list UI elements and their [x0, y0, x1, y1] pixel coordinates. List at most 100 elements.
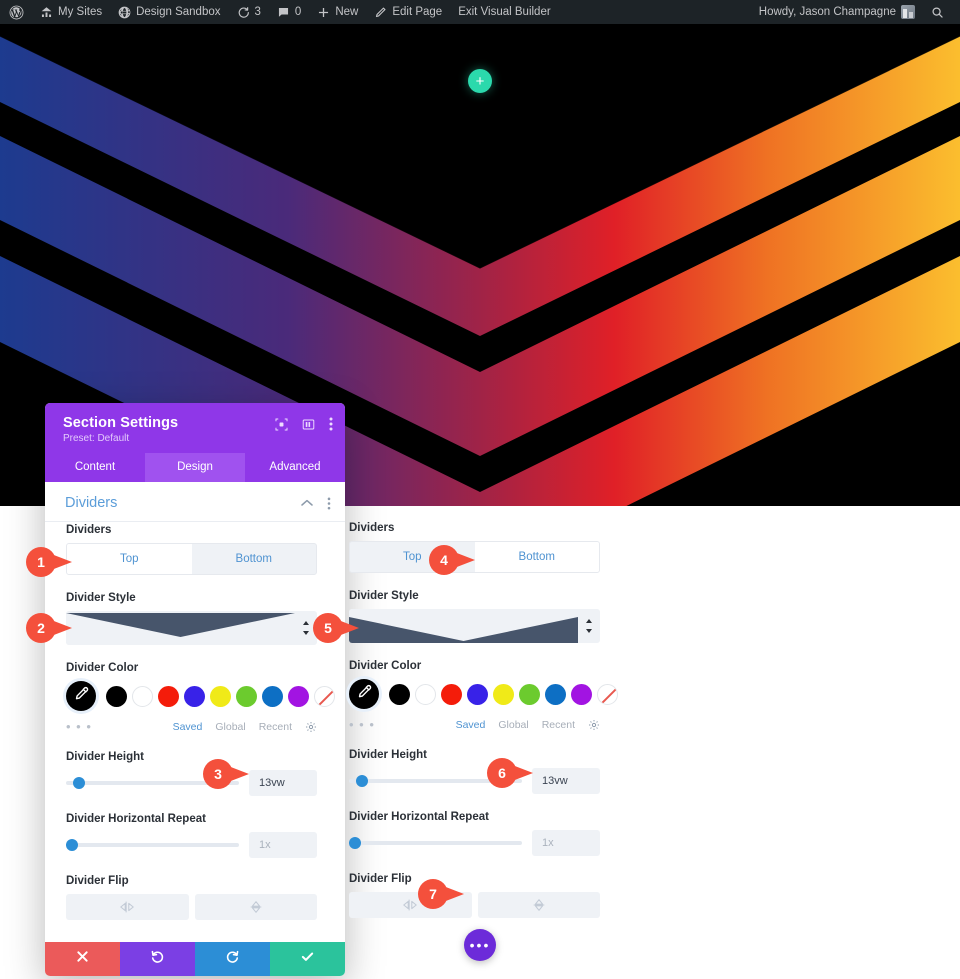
slider-track[interactable]	[66, 839, 239, 851]
kebab-menu-icon[interactable]	[327, 497, 331, 510]
swatch-yellow[interactable]	[493, 683, 514, 705]
swatch-green[interactable]	[236, 685, 257, 707]
toggle-option-bottom[interactable]: Bottom	[474, 542, 599, 572]
swatch-tabs: Saved Global Recent	[173, 721, 317, 733]
dividers-toggle-left: Top Bottom	[66, 543, 317, 575]
admin-bar-left: My Sites Design Sandbox 3 0 New Edit Pag…	[0, 0, 559, 24]
admin-bar-item-comments[interactable]: 0	[269, 0, 309, 24]
color-picker-button[interactable]	[349, 679, 379, 709]
preset-selector[interactable]: Preset: Default	[63, 433, 331, 444]
slider-knob[interactable]	[66, 839, 78, 851]
wordpress-logo-button[interactable]	[0, 0, 32, 24]
save-button[interactable]	[270, 942, 345, 976]
swatch-tab-saved[interactable]: Saved	[456, 719, 486, 731]
updates-icon	[237, 6, 250, 19]
pin-number: 7	[418, 879, 448, 909]
more-swatches-icon[interactable]: • • •	[349, 717, 375, 732]
admin-bar-label: Exit Visual Builder	[458, 6, 551, 18]
admin-bar-item-site-name[interactable]: Design Sandbox	[110, 0, 228, 24]
pin-number: 6	[487, 758, 517, 788]
more-swatches-icon[interactable]: • • •	[66, 719, 92, 734]
swatch-green[interactable]	[519, 683, 540, 705]
more-options-fab[interactable]: •••	[464, 929, 496, 961]
admin-bar-item-exit-visual-builder[interactable]: Exit Visual Builder	[450, 0, 558, 24]
swatch-white[interactable]	[132, 685, 153, 707]
divider-style-select-left[interactable]	[66, 611, 317, 645]
divider-repeat-input[interactable]: 1x	[532, 830, 600, 856]
divider-style-select-right[interactable]	[349, 609, 600, 643]
redo-button[interactable]	[195, 942, 270, 976]
swatch-blue[interactable]	[545, 683, 566, 705]
responsive-view-icon[interactable]	[275, 417, 288, 431]
swatch-tab-global[interactable]: Global	[498, 719, 528, 731]
undo-button[interactable]	[120, 942, 195, 976]
swatch-tab-recent[interactable]: Recent	[542, 719, 575, 731]
swatch-meta-row-right: • • • Saved Global Recent	[349, 717, 600, 732]
field-label: Divider Height	[66, 751, 144, 763]
slider-knob[interactable]	[72, 777, 85, 789]
swatch-purple[interactable]	[571, 683, 592, 705]
divider-height-field-right: Divider Height 13vw	[349, 749, 600, 794]
divider-repeat-input[interactable]: 1x	[249, 832, 317, 858]
swatch-blue[interactable]	[262, 685, 283, 707]
undo-icon	[150, 949, 165, 969]
color-picker-button[interactable]	[66, 681, 96, 711]
tab-advanced[interactable]: Advanced	[245, 453, 345, 482]
cancel-button[interactable]	[45, 942, 120, 976]
swatch-blue-violet[interactable]	[184, 685, 205, 707]
slider-track[interactable]	[349, 837, 522, 849]
tab-content[interactable]: Content	[45, 453, 145, 482]
add-section-button[interactable]: +	[468, 69, 492, 93]
swatch-none[interactable]	[597, 683, 618, 705]
flip-horizontal-icon[interactable]	[66, 894, 189, 920]
divider-height-input[interactable]: 13vw	[249, 770, 317, 796]
gear-icon[interactable]	[588, 719, 600, 731]
swatch-black[interactable]	[389, 683, 410, 705]
swatch-yellow[interactable]	[210, 685, 231, 707]
admin-bar-search-button[interactable]	[923, 0, 952, 24]
admin-bar-account[interactable]: Howdy, Jason Champagne	[751, 0, 923, 24]
flip-vertical-icon[interactable]	[477, 892, 600, 918]
toggle-option-top[interactable]: Top	[67, 544, 192, 574]
swatch-black[interactable]	[106, 685, 127, 707]
swatch-red[interactable]	[441, 683, 462, 705]
layout-columns-icon[interactable]	[302, 418, 315, 431]
modal-header-icons	[275, 417, 333, 431]
swatch-tab-saved[interactable]: Saved	[173, 721, 203, 733]
dividers-section-header[interactable]: Dividers	[45, 482, 345, 522]
chevron-up-icon[interactable]	[301, 499, 313, 507]
divider-flip-group-right	[349, 892, 600, 918]
kebab-menu-icon[interactable]	[329, 417, 333, 431]
field-label: Divider Color	[66, 662, 139, 674]
gear-icon[interactable]	[305, 721, 317, 733]
admin-bar-item-updates[interactable]: 3	[229, 0, 269, 24]
stepper-arrows-icon[interactable]	[578, 618, 600, 634]
field-label: Divider Height	[349, 749, 427, 761]
pencil-icon	[374, 6, 387, 19]
close-icon	[76, 950, 89, 968]
tab-design[interactable]: Design	[145, 453, 245, 482]
field-label: Divider Horizontal Repeat	[349, 811, 489, 823]
toggle-option-bottom[interactable]: Bottom	[192, 544, 317, 574]
admin-bar-item-new[interactable]: New	[309, 0, 366, 24]
divider-flip-field-right: Divider Flip	[349, 873, 600, 918]
flip-vertical-icon[interactable]	[194, 894, 317, 920]
admin-bar-item-my-sites[interactable]: My Sites	[32, 0, 110, 24]
swatch-white[interactable]	[415, 683, 436, 705]
site-icon	[118, 6, 131, 19]
swatch-none[interactable]	[314, 685, 335, 707]
dividers-toggle-field-left: Dividers Top Bottom	[66, 524, 317, 575]
color-swatch-row-right	[349, 679, 618, 709]
sites-icon	[40, 6, 53, 19]
swatch-red[interactable]	[158, 685, 179, 707]
divider-color-field-right: Divider Color • • • Saved Global Recent	[349, 660, 618, 732]
swatch-purple[interactable]	[288, 685, 309, 707]
swatch-tab-recent[interactable]: Recent	[259, 721, 292, 733]
swatch-tab-global[interactable]: Global	[215, 721, 245, 733]
swatch-meta-row-left: • • • Saved Global Recent	[66, 719, 317, 734]
slider-knob[interactable]	[355, 775, 368, 787]
admin-bar-item-edit-page[interactable]: Edit Page	[366, 0, 450, 24]
slider-knob[interactable]	[349, 837, 361, 849]
callout-pin-7: 7	[418, 879, 474, 909]
swatch-blue-violet[interactable]	[467, 683, 488, 705]
